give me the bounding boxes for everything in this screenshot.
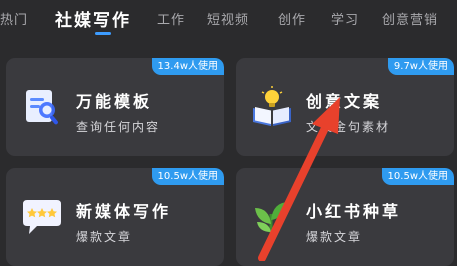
usage-badge: 9.7w人使用 xyxy=(387,58,454,75)
card-creative-copywriting[interactable]: 9.7w人使用 创意文案 文案金句素材 xyxy=(236,58,454,156)
tab-short-video[interactable]: 短视频 xyxy=(207,9,249,28)
card-title: 新媒体写作 xyxy=(76,202,172,221)
tab-creation[interactable]: 创作 xyxy=(278,9,306,28)
card-subtitle: 查询任何内容 xyxy=(76,120,161,134)
leaf-icon xyxy=(255,202,289,238)
card-subtitle: 爆款文章 xyxy=(76,230,133,244)
chat-stars-icon xyxy=(23,200,61,234)
active-tab-indicator xyxy=(95,32,111,35)
search-template-icon xyxy=(26,90,58,125)
tab-study[interactable]: 学习 xyxy=(331,9,359,28)
card-xiaohongshu-seeding[interactable]: 10.5w人使用 小红书种草 爆款文章 xyxy=(236,168,454,266)
category-tab-bar: 热门 社媒写作 工作 短视频 创作 学习 创意营销 xyxy=(0,0,457,38)
tab-hot[interactable]: 热门 xyxy=(0,9,28,28)
usage-badge: 10.5w人使用 xyxy=(381,168,454,185)
tab-social-media-writing[interactable]: 社媒写作 xyxy=(55,6,131,31)
usage-badge: 13.4w人使用 xyxy=(151,58,224,75)
card-subtitle: 爆款文章 xyxy=(306,230,363,244)
card-universal-template[interactable]: 13.4w人使用 万能模板 查询任何内容 xyxy=(6,58,224,156)
card-subtitle: 文案金句素材 xyxy=(306,120,391,134)
card-title: 创意文案 xyxy=(306,92,383,111)
usage-badge: 10.5w人使用 xyxy=(151,168,224,185)
tab-creative-marketing[interactable]: 创意营销 xyxy=(382,9,438,28)
card-new-media-writing[interactable]: 10.5w人使用 新媒体写作 爆款文章 xyxy=(6,168,224,266)
book-lightbulb-icon xyxy=(253,86,291,126)
tab-work[interactable]: 工作 xyxy=(157,9,185,28)
card-title: 小红书种草 xyxy=(306,202,402,221)
card-title: 万能模板 xyxy=(76,92,153,111)
